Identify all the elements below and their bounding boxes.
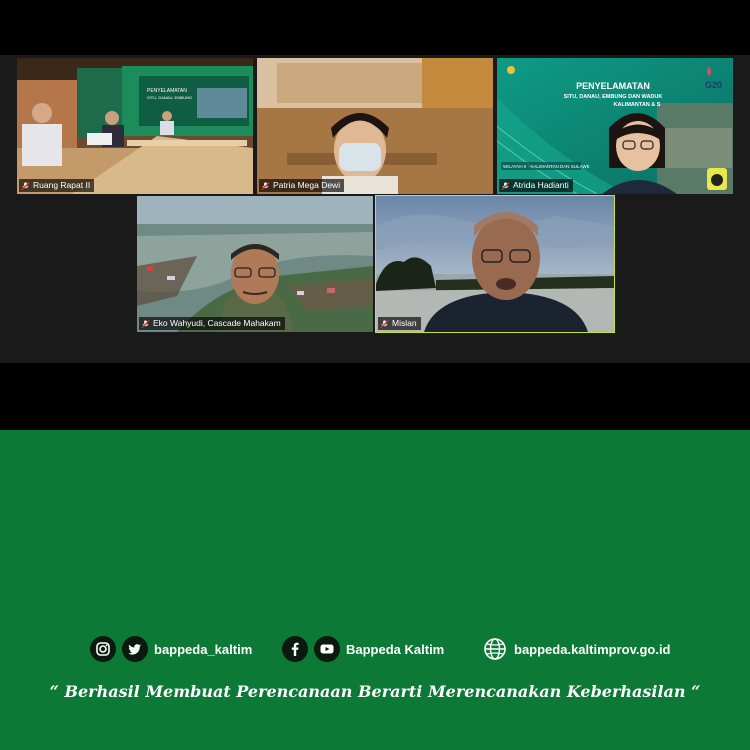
youtube-icon[interactable]	[314, 636, 340, 662]
website-url[interactable]: bappeda.kaltimprov.go.id	[514, 642, 671, 657]
social-links: bappeda_kaltim Bappeda Kaltim bappeda.ka…	[0, 634, 750, 664]
muted-mic-icon	[141, 319, 150, 329]
participant-tile-mislan[interactable]: Mislan	[375, 195, 615, 333]
muted-mic-icon	[261, 181, 270, 191]
slide-title: PENYELAMATAN	[576, 81, 650, 91]
participant-video	[137, 196, 373, 332]
slide-subtitle: SITU, DANAU, EMBUNG DAN WADUK	[564, 94, 663, 100]
slide-region: KALIMANTAN & S	[614, 102, 661, 108]
slide-lower-text: WILAYAH II - KALIMANTAN DAN SULAWE	[503, 164, 590, 169]
participant-name: Atrida Hadianti	[513, 180, 569, 190]
tagline: “ Berhasil Membuat Perencanaan Berarti M…	[49, 682, 701, 701]
participant-tile-patria[interactable]: Patria Mega Dewi	[257, 58, 493, 194]
footer-banner	[0, 430, 750, 750]
muted-mic-icon	[21, 181, 30, 191]
social-handle[interactable]: bappeda_kaltim	[154, 642, 252, 657]
participant-video	[376, 196, 614, 332]
muted-mic-icon	[380, 319, 389, 329]
virtual-background: PENYELAMATAN SITU, DANAU, EMBUNG DAN WAD…	[497, 58, 733, 194]
muted-mic-icon	[501, 181, 510, 191]
participant-tile-atrida[interactable]: PENYELAMATAN SITU, DANAU, EMBUNG DAN WAD…	[497, 58, 733, 194]
facebook-youtube-group: Bappeda Kaltim	[282, 634, 444, 664]
room-banner-title: PENYELAMATAN	[147, 88, 187, 94]
participant-name: Eko Wahyudi, Cascade Mahakam	[153, 318, 281, 328]
nameplate: Eko Wahyudi, Cascade Mahakam	[139, 317, 285, 330]
participant-video	[257, 58, 493, 194]
participant-name: Ruang Rapat II	[33, 180, 91, 190]
participant-tile-ruang-rapat[interactable]: PENYELAMATAN SITU, DANAU, EMBUNG Ruang R…	[17, 58, 253, 194]
twitter-icon[interactable]	[122, 636, 148, 662]
instagram-icon[interactable]	[90, 636, 116, 662]
nameplate: Ruang Rapat II	[19, 179, 95, 192]
meeting-room-video: PENYELAMATAN SITU, DANAU, EMBUNG	[17, 58, 253, 194]
social-handle[interactable]: Bappeda Kaltim	[346, 642, 444, 657]
participant-tile-eko[interactable]: Eko Wahyudi, Cascade Mahakam	[137, 196, 373, 332]
room-banner-subtitle: SITU, DANAU, EMBUNG	[147, 95, 192, 100]
nameplate: Atrida Hadianti	[499, 179, 573, 192]
participant-name: Patria Mega Dewi	[273, 180, 341, 190]
instagram-twitter-group: bappeda_kaltim	[90, 634, 252, 664]
zoom-gallery: PENYELAMATAN SITU, DANAU, EMBUNG Ruang R…	[0, 55, 750, 363]
g20-badge: G20	[705, 80, 722, 90]
globe-icon[interactable]	[482, 636, 508, 662]
participant-name: Mislan	[392, 318, 417, 328]
nameplate: Mislan	[378, 317, 421, 330]
website-group: bappeda.kaltimprov.go.id	[482, 634, 671, 664]
facebook-icon[interactable]	[282, 636, 308, 662]
nameplate: Patria Mega Dewi	[259, 179, 345, 192]
